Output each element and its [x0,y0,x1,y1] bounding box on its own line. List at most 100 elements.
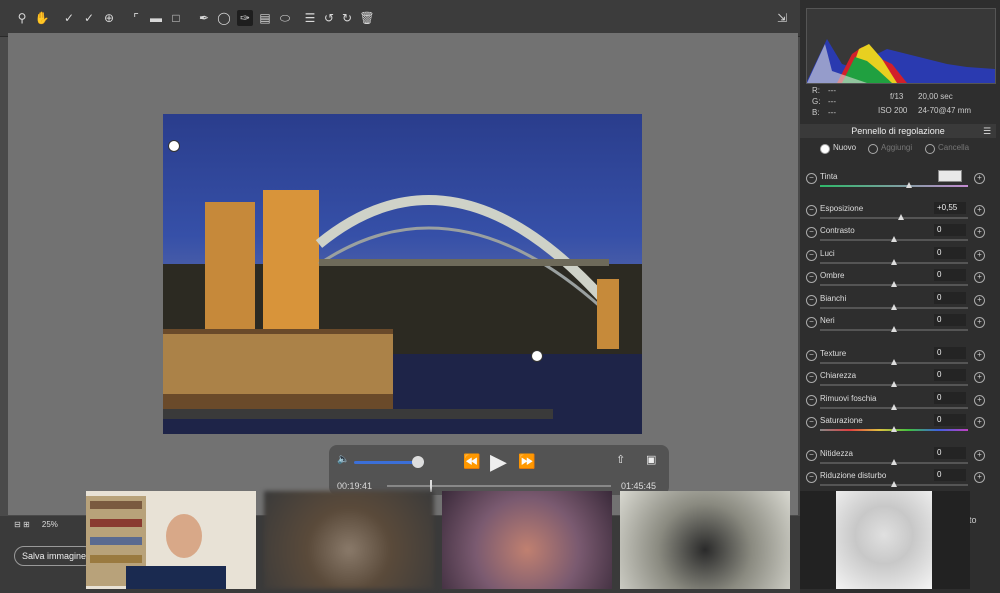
radio-erase[interactable] [925,144,935,154]
play-icon[interactable]: ▶ [490,449,507,475]
partial-button-label[interactable]: to [969,515,977,525]
plus-icon[interactable]: + [974,450,985,461]
trash-icon[interactable]: 🗑 [359,10,375,26]
brush-pin[interactable] [531,350,543,362]
slider-knob[interactable] [891,481,897,487]
webcam-tile[interactable] [86,491,256,589]
spot-removal-icon[interactable]: ✒ [196,10,212,26]
volume-icon[interactable]: 🔈 [337,454,349,465]
slider-knob[interactable] [891,381,897,387]
adjustment-brush-icon[interactable]: ✑ [237,10,253,26]
brush-pin[interactable] [168,140,180,152]
minus-icon[interactable]: − [806,250,817,261]
slider-knob[interactable] [898,214,905,220]
rewind-icon[interactable]: ⏪ [463,453,480,470]
minus-icon[interactable]: − [806,295,817,306]
slider-value[interactable]: 0 [934,314,966,326]
slider-knob[interactable] [891,259,897,265]
plus-icon[interactable]: + [974,173,985,184]
list-icon[interactable]: ☰ [302,10,318,26]
zoom-value[interactable]: 25% [42,520,58,529]
plus-icon[interactable]: + [974,317,985,328]
slider-knob[interactable] [891,359,897,365]
plus-icon[interactable]: + [974,350,985,361]
slider-track[interactable] [820,281,968,287]
volume-knob[interactable] [411,456,424,468]
slider-track[interactable] [820,481,968,487]
minus-icon[interactable]: − [806,372,817,383]
preview-photo[interactable] [163,114,642,434]
radio-new[interactable] [820,144,830,154]
plus-icon[interactable]: + [974,372,985,383]
plus-icon[interactable]: + [974,417,985,428]
slider-track[interactable] [820,459,968,465]
slider-track[interactable] [820,236,968,242]
plus-icon[interactable]: + [974,205,985,216]
slider-track[interactable] [820,214,968,220]
slider-track[interactable] [820,259,968,265]
graduated-filter-icon[interactable]: ▤ [257,10,273,26]
slider-value[interactable]: 0 [934,347,966,359]
plus-icon[interactable]: + [974,472,985,483]
slider-value[interactable]: 0 [934,269,966,281]
minus-icon[interactable]: − [806,395,817,406]
plus-icon[interactable]: + [974,295,985,306]
pip-icon[interactable]: ▣ [646,453,656,466]
rotate-right-icon[interactable]: ↻ [339,10,355,26]
slider-track[interactable] [820,182,968,188]
rotate-left-icon[interactable]: ↺ [321,10,337,26]
menu-icon[interactable]: ☰ [983,126,991,137]
slider-track[interactable] [820,426,968,432]
slider-knob[interactable] [891,304,897,310]
minus-icon[interactable]: − [806,317,817,328]
slider-value[interactable]: 0 [934,469,966,481]
plus-icon[interactable]: + [974,250,985,261]
slider-track[interactable] [820,304,968,310]
slider-knob[interactable] [891,236,897,242]
slider-track[interactable] [820,326,968,332]
slider-knob[interactable] [891,404,897,410]
slider-track[interactable] [820,381,968,387]
plus-icon[interactable]: + [974,272,985,283]
zoom-icon[interactable]: ⚲ [14,10,30,26]
slider-track[interactable] [820,359,968,365]
slider-value[interactable]: +0,55 [934,202,966,214]
target-adjust-icon[interactable]: ⊕ [101,10,117,26]
plus-icon[interactable]: + [974,395,985,406]
zoom-out-icon[interactable]: ⊟ [14,520,21,529]
slider-value[interactable]: 0 [934,369,966,381]
slider-value[interactable]: 0 [934,447,966,459]
red-eye-icon[interactable]: ◯ [216,10,232,26]
slider-value[interactable]: 0 [934,224,966,236]
minus-icon[interactable]: − [806,205,817,216]
minus-icon[interactable]: − [806,173,817,184]
minus-icon[interactable]: − [806,450,817,461]
radial-filter-icon[interactable]: ⬭ [277,10,293,26]
forward-icon[interactable]: ⏩ [518,453,535,470]
zoom-control[interactable]: ⊟ ⊞ 25% [14,520,58,529]
progress-bar[interactable] [387,480,611,492]
crop-icon[interactable]: ⌜ [128,10,144,26]
eyedropper-icon[interactable]: ✓ [61,10,77,26]
save-image-button[interactable]: Salva immagine [14,546,94,566]
slider-value[interactable] [938,170,962,182]
slider-knob[interactable] [891,281,897,287]
slider-value[interactable]: 0 [934,392,966,404]
plus-icon[interactable]: + [974,227,985,238]
minus-icon[interactable]: − [806,472,817,483]
slider-value[interactable]: 0 [934,247,966,259]
hand-icon[interactable]: ✋ [34,10,50,26]
webcam-tile[interactable] [442,491,612,589]
share-icon[interactable]: ⇧ [616,453,625,466]
slider-value[interactable]: 0 [934,414,966,426]
transform-icon[interactable]: □ [168,10,184,26]
slider-knob[interactable] [891,326,897,332]
color-sampler-icon[interactable]: ✓ [81,10,97,26]
slider-knob[interactable] [905,182,912,188]
webcam-tile[interactable] [800,491,970,589]
webcam-tile[interactable] [264,491,434,589]
minus-icon[interactable]: − [806,272,817,283]
straighten-icon[interactable]: ▬ [148,10,164,26]
slider-knob[interactable] [891,426,897,432]
zoom-in-icon[interactable]: ⊞ [23,520,30,529]
